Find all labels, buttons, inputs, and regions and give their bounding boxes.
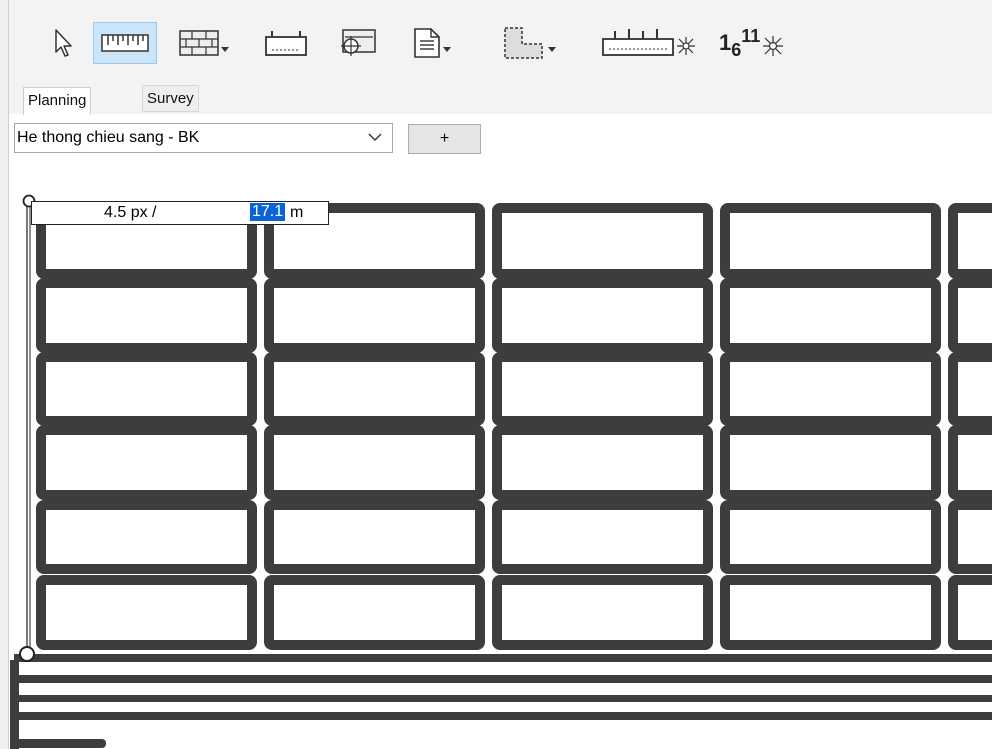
map-canvas[interactable] (9, 160, 992, 749)
measure-end-handle[interactable] (19, 646, 35, 662)
chevron-down-icon (221, 47, 229, 52)
toolbar: 1611 (9, 0, 992, 83)
chevron-down-icon (548, 47, 556, 52)
measure-tool-button[interactable] (93, 22, 157, 64)
scale-pixels-label: 4.5 px / (104, 204, 157, 221)
lighting-tool-button[interactable] (595, 21, 699, 65)
arrow-cursor-icon (55, 29, 72, 57)
tab-planning[interactable]: Planning (23, 87, 92, 115)
add-layer-button[interactable]: + (408, 124, 481, 154)
chevron-down-icon (368, 133, 382, 141)
window-left-border (0, 0, 9, 749)
panel-lights-off-icon (602, 29, 695, 56)
panel-box-icon (265, 31, 307, 56)
wall-tool-button[interactable] (171, 21, 237, 65)
scale-meters-input[interactable]: 17.1 (250, 203, 286, 221)
pole-target-icon (341, 29, 376, 56)
cabinet-tool-button[interactable] (261, 21, 311, 65)
ruler-icon (101, 34, 149, 52)
tabstrip: Planning Survey (9, 82, 992, 115)
numbering-label: 1611 (719, 25, 761, 60)
document-icon (414, 28, 440, 58)
layer-select-value: He thong chieu sang - BK (17, 129, 200, 146)
select-tool-button[interactable] (47, 21, 81, 65)
tab-survey[interactable]: Survey (142, 85, 199, 112)
chevron-down-icon (443, 47, 451, 52)
brick-wall-icon (179, 30, 219, 56)
l-shape-area-icon (504, 27, 543, 59)
layer-select[interactable]: He thong chieu sang - BK (14, 123, 393, 153)
area-tool-button[interactable] (493, 21, 565, 65)
document-tool-button[interactable] (401, 21, 463, 65)
scale-unit-label: m (290, 204, 304, 221)
light-off-icon (763, 36, 784, 56)
numbering-tool-button[interactable]: 1611 (719, 21, 823, 65)
scale-input-box[interactable]: 4.5 px / 17.1 m (31, 201, 329, 225)
pole-tool-button[interactable] (329, 21, 383, 65)
